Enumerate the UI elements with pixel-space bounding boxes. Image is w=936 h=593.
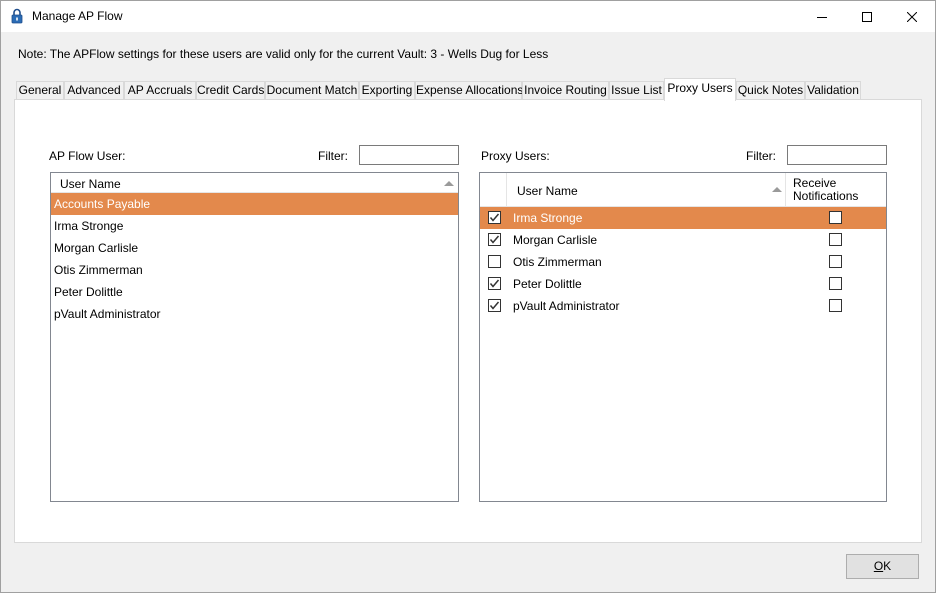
list-item[interactable]: Otis Zimmerman xyxy=(51,259,458,281)
tab-advanced[interactable]: Advanced xyxy=(64,81,124,100)
tab-exporting[interactable]: Exporting xyxy=(359,81,415,100)
tab-validation[interactable]: Validation xyxy=(805,81,861,100)
notification-checkbox[interactable] xyxy=(829,233,842,246)
lock-icon xyxy=(11,8,23,24)
list-item[interactable]: Accounts Payable xyxy=(51,193,458,215)
list-header: User Name xyxy=(51,173,458,193)
list-item[interactable]: Irma Stronge xyxy=(51,215,458,237)
proxy-checkbox[interactable] xyxy=(488,277,501,290)
table-row[interactable]: Morgan Carlisle xyxy=(480,229,886,251)
user-name: Otis Zimmerman xyxy=(54,263,143,277)
proxy-users-panel: AP Flow User: Filter: User Name Accounts… xyxy=(14,99,922,543)
tab-ap-accruals[interactable]: AP Accruals xyxy=(124,81,196,100)
list-item[interactable]: Peter Dolittle xyxy=(51,281,458,303)
title-bar[interactable]: Manage AP Flow xyxy=(1,1,935,32)
tab-document-match[interactable]: Document Match xyxy=(265,81,359,100)
tab-credit-cards[interactable]: Credit Cards xyxy=(196,81,265,100)
tab-expense-allocations[interactable]: Expense Allocations xyxy=(415,81,523,100)
notification-checkbox[interactable] xyxy=(829,277,842,290)
column-separator xyxy=(785,173,786,207)
proxy-checkbox[interactable] xyxy=(488,255,501,268)
maximize-button[interactable] xyxy=(844,1,890,32)
ok-button[interactable]: OK xyxy=(846,554,919,579)
tab-issue-list[interactable]: Issue List xyxy=(609,81,664,100)
user-name: pVault Administrator xyxy=(513,299,620,313)
close-icon xyxy=(907,11,917,22)
maximize-icon xyxy=(862,11,872,22)
proxy-checkbox[interactable] xyxy=(488,299,501,312)
proxy-filter-label: Filter: xyxy=(746,149,776,163)
proxy-users-list[interactable]: User Name Receive Notifications Irma Str… xyxy=(479,172,887,502)
user-name: Peter Dolittle xyxy=(54,285,123,299)
column-separator xyxy=(506,173,507,207)
ap-flow-filter-label: Filter: xyxy=(318,149,348,163)
tab-proxy-users[interactable]: Proxy Users xyxy=(664,78,736,101)
vault-note: Note: The APFlow settings for these user… xyxy=(18,47,549,61)
proxy-users-label: Proxy Users: xyxy=(481,149,550,163)
close-button[interactable] xyxy=(889,1,935,32)
notification-checkbox[interactable] xyxy=(829,211,842,224)
ok-mnemonic: O xyxy=(873,559,884,573)
user-name: Morgan Carlisle xyxy=(54,241,139,255)
table-row[interactable]: Irma Stronge xyxy=(480,207,886,229)
user-name-column-header[interactable]: User Name xyxy=(517,184,578,198)
tab-quick-notes[interactable]: Quick Notes xyxy=(736,81,805,100)
minimize-icon xyxy=(817,12,827,22)
notification-checkbox[interactable] xyxy=(829,299,842,312)
list-header: User Name Receive Notifications xyxy=(480,173,886,207)
header-line: Notifications xyxy=(793,189,859,203)
ap-flow-user-list[interactable]: User Name Accounts Payable Irma Stronge … xyxy=(50,172,459,502)
window-title: Manage AP Flow xyxy=(32,9,123,23)
list-item[interactable]: pVault Administrator xyxy=(51,303,458,325)
ap-flow-filter-input[interactable] xyxy=(359,145,459,165)
notification-checkbox[interactable] xyxy=(829,255,842,268)
user-name: Irma Stronge xyxy=(54,219,124,233)
user-name: Irma Stronge xyxy=(513,211,583,225)
proxy-filter-input[interactable] xyxy=(787,145,887,165)
tab-general[interactable]: General xyxy=(16,81,64,100)
proxy-checkbox[interactable] xyxy=(488,233,501,246)
user-name: Morgan Carlisle xyxy=(513,233,598,247)
table-row[interactable]: pVault Administrator xyxy=(480,295,886,317)
table-row[interactable]: Otis Zimmerman xyxy=(480,251,886,273)
minimize-button[interactable] xyxy=(799,1,845,32)
table-row[interactable]: Peter Dolittle xyxy=(480,273,886,295)
user-name-column-header[interactable]: User Name xyxy=(60,177,121,191)
user-name: Otis Zimmerman xyxy=(513,255,602,269)
ok-label-rest: K xyxy=(883,559,892,573)
proxy-checkbox[interactable] xyxy=(488,211,501,224)
tab-invoice-routing[interactable]: Invoice Routing xyxy=(522,81,609,100)
sort-ascending-icon xyxy=(444,181,454,186)
user-name: pVault Administrator xyxy=(54,307,161,321)
user-name: Peter Dolittle xyxy=(513,277,582,291)
dialog-window: Manage AP Flow Note: The APFlow settings… xyxy=(0,0,936,593)
user-name: Accounts Payable xyxy=(54,197,151,211)
receive-notifications-column-header[interactable]: Receive Notifications xyxy=(793,177,858,203)
sort-ascending-icon xyxy=(772,187,782,192)
ap-flow-user-label: AP Flow User: xyxy=(49,149,126,163)
list-item[interactable]: Morgan Carlisle xyxy=(51,237,458,259)
